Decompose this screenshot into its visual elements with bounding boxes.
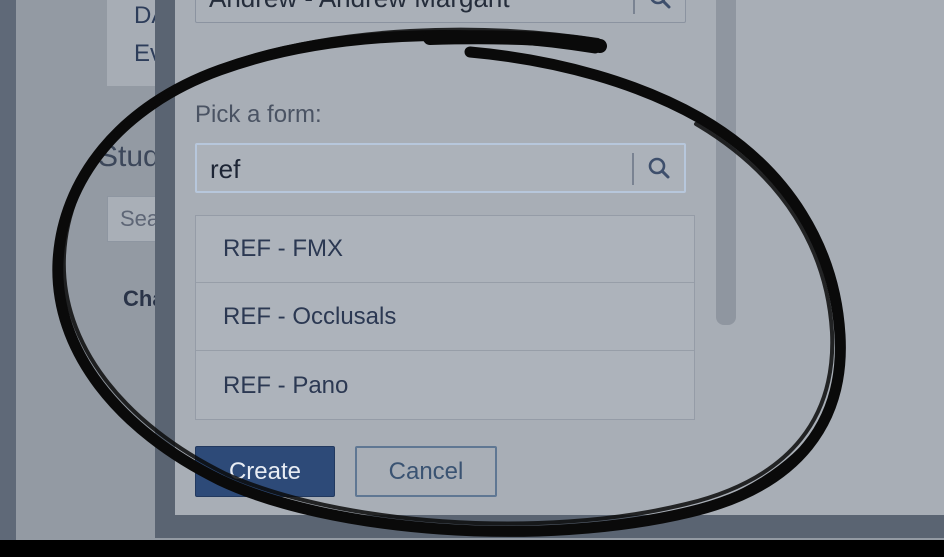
- background-sidebar-edge: [0, 0, 16, 540]
- create-form-modal: Andrew - Andrew Margant Pick a form: ref…: [175, 0, 944, 515]
- search-icon: [648, 157, 670, 179]
- patient-field-value: Andrew - Andrew Margant: [209, 0, 510, 14]
- form-result-item[interactable]: REF - FMX: [196, 216, 694, 283]
- modal-scrollbar[interactable]: [716, 0, 736, 325]
- form-result-item[interactable]: REF - Occlusals: [196, 284, 694, 351]
- form-search-button[interactable]: [634, 145, 684, 191]
- patient-search-input[interactable]: Andrew - Andrew Margant: [195, 0, 686, 23]
- background-section-heading: Stud: [98, 140, 160, 173]
- form-result-item[interactable]: REF - Pano: [196, 352, 694, 419]
- cancel-button[interactable]: Cancel: [355, 446, 497, 497]
- form-search-input[interactable]: ref: [195, 143, 686, 193]
- pick-form-label: Pick a form:: [195, 101, 322, 128]
- form-results-dropdown: REF - FMX REF - Occlusals REF - Pano: [195, 215, 695, 420]
- patient-search-button[interactable]: [635, 0, 685, 22]
- bottom-letterbox-bar: [0, 540, 944, 557]
- search-icon: [650, 0, 671, 9]
- form-search-query: ref: [210, 154, 241, 184]
- create-button[interactable]: Create: [195, 446, 335, 497]
